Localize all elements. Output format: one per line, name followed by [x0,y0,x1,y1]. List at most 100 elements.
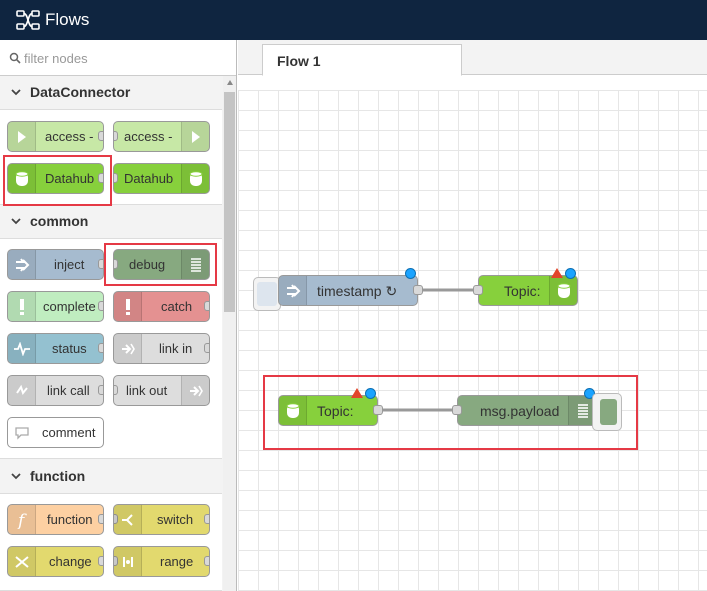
category-function[interactable]: function [0,460,222,494]
database-icon [549,276,577,305]
scroll-up-arrow-icon[interactable] [227,80,233,85]
filter-nodes-input[interactable] [24,47,224,69]
palette-node-datahub-subscribe[interactable]: Datahub [7,163,104,194]
node-label: timestamp ↻ [317,283,398,299]
node-red-editor: Flows DataConnector access - [0,0,707,591]
chevron-down-icon [11,89,21,96]
flow-node-msg-payload[interactable]: msg.payload [452,388,597,426]
node-label: status [52,341,87,356]
node-label: catch [161,299,193,314]
palette-node-catch[interactable]: catch [113,291,210,322]
node-label: Datahub [124,171,174,186]
output-port [204,514,209,524]
node-label: Datahub [45,171,95,186]
category-dataconnector-nodes: access - access - Datahub Datahub [0,110,222,205]
pulse-icon [8,334,36,363]
palette-node-status[interactable]: status [7,333,104,364]
node-label: msg.payload [480,403,560,419]
changed-indicator [365,388,376,399]
node-label: link out [126,383,168,398]
palette-node-function[interactable]: f function [7,504,104,535]
palette-node-access-publish[interactable]: access - [113,121,210,152]
output-port [204,556,209,566]
palette-node-access-subscribe[interactable]: access - [7,121,104,152]
node-label: complete [43,299,96,314]
exclamation-icon [8,292,36,321]
inject-arrow-icon [279,276,307,305]
inject-trigger-face [257,282,277,306]
chevron-down-icon [11,218,21,225]
output-port [98,343,103,353]
category-function-nodes: f function switch change range [0,494,222,591]
palette-node-link-out[interactable]: link out [113,375,210,406]
palette-node-switch[interactable]: switch [113,504,210,535]
input-port[interactable] [452,405,462,415]
link-arrow-icon [114,334,142,363]
node-label: access - [124,129,173,144]
node-label: inject [54,257,85,272]
output-port [98,514,103,524]
range-icon [114,547,142,576]
palette-node-comment[interactable]: comment [7,417,104,448]
output-port [98,259,103,269]
inject-trigger-button[interactable] [253,277,281,311]
database-icon [279,396,307,425]
palette-node-inject[interactable]: inject [7,249,104,280]
node-label: debug [129,257,166,272]
input-port [114,173,118,183]
palette-node-debug[interactable]: debug [113,249,210,280]
palette-node-datahub-publish[interactable]: Datahub [113,163,210,194]
workspace-tab-bar: Flow 1 [238,40,707,76]
link-arrow-icon [181,376,209,405]
output-port[interactable] [413,285,423,295]
flow-node-topic-publish[interactable]: Topic: [473,268,578,306]
node-label: Topic: [317,403,354,419]
search-icon [9,52,21,64]
input-port[interactable] [473,285,483,295]
input-port [114,385,118,395]
palette-node-change[interactable]: change [7,546,104,577]
node-palette: DataConnector access - access - [0,40,237,591]
category-label: common [30,213,89,229]
app-title: Flows [45,10,90,29]
node-label: access - [45,129,94,144]
warning-triangle-icon [351,388,363,398]
palette-node-range[interactable]: range [113,546,210,577]
node-label: switch [157,512,194,527]
output-port [98,385,103,395]
output-port [98,301,103,311]
chevron-down-icon [11,473,21,480]
list-lines-icon [181,250,209,279]
output-port [98,173,103,183]
warning-triangle-icon [551,268,563,278]
flow-canvas[interactable]: timestamp ↻ Topic: Topic: msg.payload [238,90,707,591]
category-common[interactable]: common [0,205,222,239]
function-f-icon: f [8,505,36,534]
input-port [114,259,118,269]
palette-node-link-call[interactable]: link call [7,375,104,406]
category-dataconnector[interactable]: DataConnector [0,76,222,110]
database-icon [8,164,36,193]
node-label: comment [42,425,96,440]
output-port [204,301,209,311]
flow-node-timestamp[interactable]: timestamp ↻ [278,268,423,306]
palette-scroll-thumb[interactable] [224,92,235,312]
shuffle-icon [8,547,36,576]
node-label: change [49,554,92,569]
database-icon [181,164,209,193]
debug-toggle-face [600,399,617,425]
flow-node-topic-subscribe[interactable]: Topic: [278,388,383,426]
category-label: DataConnector [30,84,131,100]
palette-node-complete[interactable]: complete [7,291,104,322]
tab-flow-1[interactable]: Flow 1 [262,44,462,76]
output-port [98,556,103,566]
category-label: function [30,468,86,484]
output-port [204,343,209,353]
node-label: range [160,554,194,569]
node-label: link call [47,383,90,398]
node-label: Topic: [504,283,541,299]
debug-toggle-button[interactable] [592,393,622,431]
palette-node-link-in[interactable]: link in [113,333,210,364]
header-bar: Flows [0,0,707,40]
output-port[interactable] [373,405,383,415]
